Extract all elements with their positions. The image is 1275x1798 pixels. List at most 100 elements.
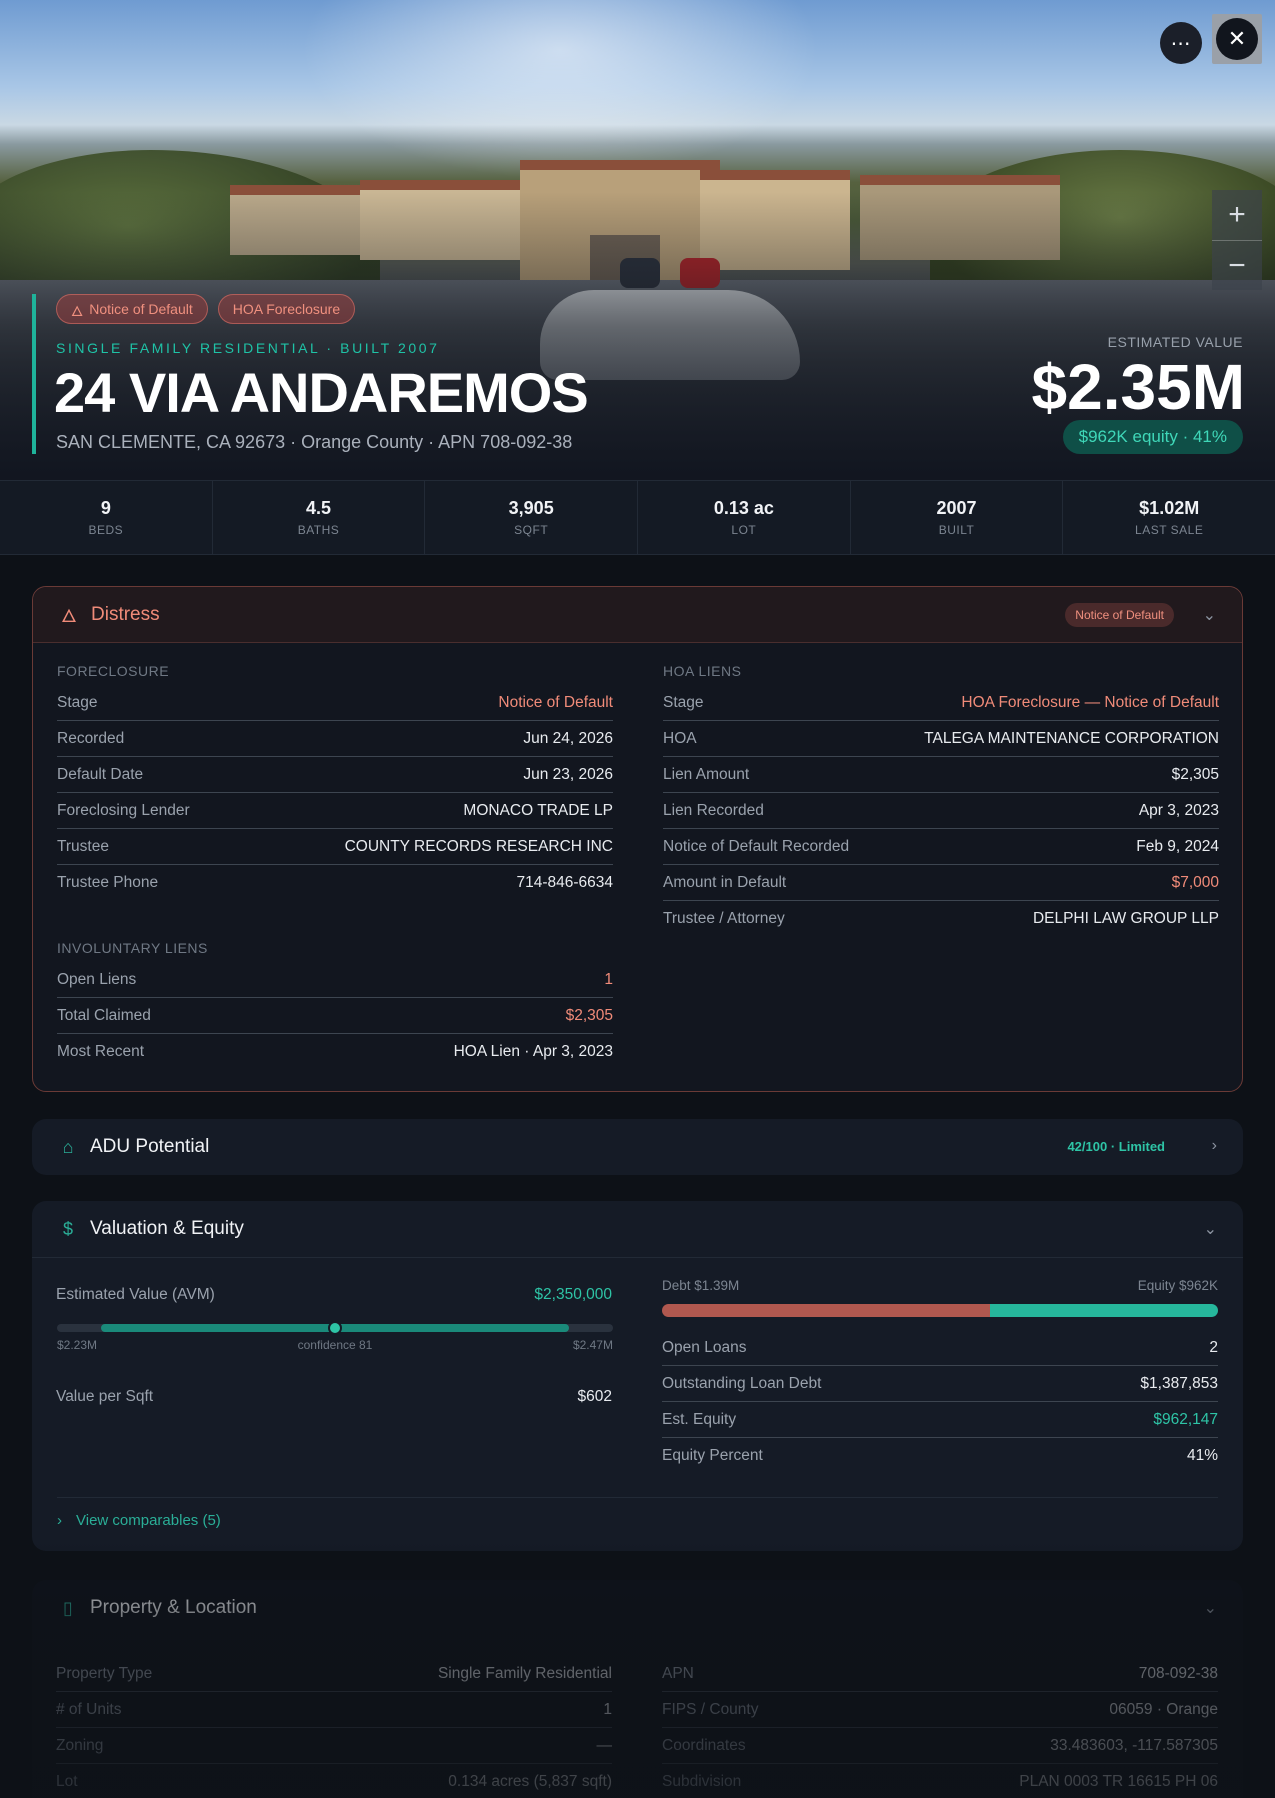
- row-value: 06059 · Orange: [1109, 1700, 1218, 1718]
- valuation-header[interactable]: $ Valuation & Equity ⌄: [32, 1201, 1243, 1257]
- avm-section: Estimated Value (AVM) $2,350,000: [56, 1277, 612, 1313]
- stat-label: LOT: [731, 523, 757, 537]
- row-key: Most Recent: [57, 1043, 145, 1060]
- section-label: HOA LIENS: [663, 663, 742, 679]
- confidence-label: confidence 81: [297, 1338, 373, 1352]
- row-key: Property Type: [56, 1664, 153, 1682]
- table-row: Default Date Jun 23, 2026: [57, 757, 613, 793]
- close-button[interactable]: ✕: [1212, 14, 1262, 64]
- row-key: Trustee / Attorney: [663, 910, 785, 927]
- row-value: Single Family Residential: [437, 1664, 612, 1682]
- table-row: Coordinates 33.483603, -117.587305: [662, 1728, 1218, 1764]
- zoom-in-button[interactable]: +: [1212, 190, 1262, 240]
- table-row: Property Type Single Family Residential: [56, 1656, 612, 1692]
- stat-last-sale: $1.02M LAST SALE: [1063, 481, 1275, 554]
- row-key: Notice of Default Recorded: [663, 837, 850, 855]
- status-badge: 🜂 Notice of Default: [56, 294, 208, 324]
- row-value: $962,147: [1153, 1410, 1218, 1428]
- hoa-liens-section: HOA LIENS Stage HOA Foreclosure — Notice …: [663, 663, 1219, 937]
- stat-beds: 9 BEDS: [0, 481, 213, 554]
- table-row: Est. Equity $962,147: [662, 1402, 1218, 1438]
- comparables-label: View comparables (5): [76, 1512, 221, 1529]
- row-key: Subdivision: [662, 1773, 742, 1790]
- chevron-down-icon[interactable]: ⌄: [1203, 605, 1216, 625]
- value-range-track: [57, 1321, 613, 1335]
- table-row: APN 708-092-38: [662, 1656, 1218, 1692]
- row-key: Stage: [663, 693, 704, 711]
- zoom-out-button[interactable]: −: [1212, 240, 1262, 290]
- adu-header[interactable]: ⌂ ADU Potential 42/100 · Limited ›: [32, 1119, 1243, 1175]
- row-key: Equity Percent: [662, 1447, 763, 1464]
- stat-sqft: 3,905 SQFT: [425, 481, 639, 554]
- divider: [57, 1497, 1218, 1498]
- chevron-down-icon[interactable]: ⌄: [1204, 1598, 1217, 1618]
- chevron-down-icon[interactable]: ⌄: [1204, 1219, 1217, 1239]
- equity-badge: $962K equity · 41%: [1062, 420, 1243, 454]
- debt-equity-bar: [662, 1304, 1218, 1317]
- status-badge: HOA Foreclosure: [217, 294, 356, 324]
- distress-header[interactable]: 🜂 Distress Notice of Default ⌄: [33, 587, 1242, 643]
- table-row: FIPS / County 06059 · Orange: [662, 1692, 1218, 1728]
- table-row: Trustee Phone 714-846-6634: [57, 865, 613, 901]
- stat-label: BATHS: [297, 523, 340, 537]
- table-row: Lien Recorded Apr 3, 2023: [663, 793, 1219, 829]
- debt-label: Debt $1.39M: [662, 1278, 740, 1293]
- table-row: Trustee COUNTY RECORDS RESEARCH INC: [57, 829, 613, 865]
- row-key: Value per Sqft: [56, 1388, 154, 1405]
- row-value: HOA Foreclosure — Notice of Default: [961, 693, 1219, 711]
- row-key: Lot: [56, 1773, 78, 1790]
- row-key: APN: [662, 1664, 694, 1682]
- row-key: Foreclosing Lender: [57, 801, 190, 819]
- estimated-value-label: ESTIMATED VALUE: [1107, 334, 1243, 350]
- row-value: $1,387,853: [1140, 1374, 1218, 1392]
- close-icon: ✕: [1216, 18, 1258, 60]
- adu-panel[interactable]: ⌂ ADU Potential 42/100 · Limited ›: [32, 1119, 1243, 1175]
- table-row: Estimated Value (AVM) $2,350,000: [56, 1277, 612, 1313]
- table-row: Stage HOA Foreclosure — Notice of Default: [663, 685, 1219, 721]
- minus-icon: −: [1228, 248, 1246, 282]
- per-sqft-section: Value per Sqft $602: [56, 1379, 612, 1415]
- adu-score-badge: 42/100 · Limited: [1067, 1139, 1165, 1154]
- stat-label: SQFT: [514, 523, 549, 537]
- row-value: PLAN 0003 TR 16615 PH 06: [1019, 1773, 1218, 1790]
- dollar-icon: $: [62, 1218, 73, 1239]
- row-key: Amount in Default: [663, 873, 787, 891]
- status-badge: Notice of Default: [1065, 603, 1174, 627]
- row-key: Stage: [57, 693, 98, 711]
- property-header[interactable]: ▯ Property & Location ⌄: [32, 1580, 1243, 1636]
- table-row: Outstanding Loan Debt $1,387,853: [662, 1366, 1218, 1402]
- stat-value: 4.5: [305, 498, 332, 518]
- section-label: FORECLOSURE: [57, 663, 170, 679]
- row-key: Lien Amount: [663, 765, 750, 783]
- table-row: Value per Sqft $602: [56, 1379, 612, 1415]
- involuntary-liens-section: INVOLUNTARY LIENS Open Liens 1 Total Clai…: [57, 940, 613, 1070]
- table-row: Subdivision PLAN 0003 TR 16615 PH 06: [662, 1764, 1218, 1798]
- section-label: INVOLUNTARY LIENS: [57, 940, 208, 956]
- flame-icon: 🜂: [71, 302, 84, 319]
- property-details-right: APN 708-092-38 FIPS / County 06059 · Orang…: [662, 1656, 1218, 1798]
- estimated-value: $2.35M: [1031, 351, 1245, 423]
- row-value: $7,000: [1171, 873, 1219, 891]
- table-row: Foreclosing Lender MONACO TRADE LP: [57, 793, 613, 829]
- row-value: 714-846-6634: [516, 874, 613, 891]
- row-key: Estimated Value (AVM): [56, 1286, 215, 1303]
- table-row: Equity Percent 41%: [662, 1438, 1218, 1474]
- row-value: —: [596, 1736, 613, 1754]
- row-value: HOA Lien · Apr 3, 2023: [453, 1043, 613, 1060]
- row-value: $602: [577, 1388, 612, 1405]
- row-key: Open Loans: [662, 1338, 747, 1356]
- table-row: Lien Amount $2,305: [663, 757, 1219, 793]
- panel-title: Valuation & Equity: [90, 1218, 244, 1239]
- equity-segment: [990, 1304, 1218, 1317]
- table-row: # of Units 1: [56, 1692, 612, 1728]
- more-options-button[interactable]: ⋯: [1160, 22, 1202, 64]
- row-key: # of Units: [56, 1700, 122, 1718]
- row-value: Jun 24, 2026: [523, 729, 613, 747]
- view-comparables-link[interactable]: › View comparables (5): [57, 1512, 221, 1529]
- range-low: $2.23M: [57, 1338, 98, 1352]
- panel-title: Property & Location: [90, 1597, 257, 1618]
- property-address: 24 VIA ANDAREMOS: [54, 361, 589, 424]
- property-location: SAN CLEMENTE, CA 92673 · Orange County ·…: [56, 432, 573, 452]
- row-value: Jun 23, 2026: [523, 765, 613, 783]
- chevron-right-icon[interactable]: ›: [1212, 1137, 1217, 1155]
